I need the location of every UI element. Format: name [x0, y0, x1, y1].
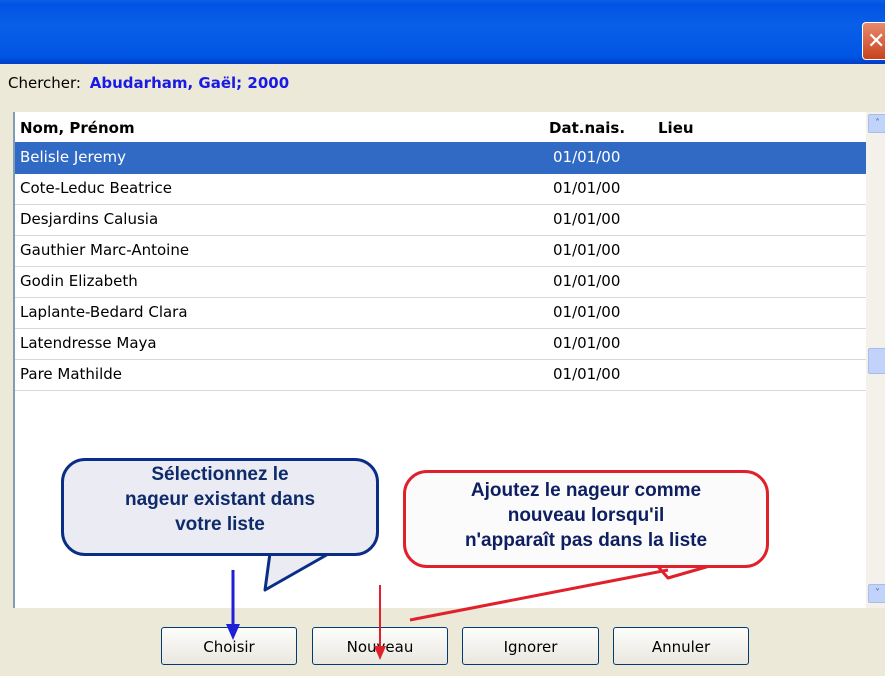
row-birthdate: 01/01/00 — [553, 303, 621, 321]
scroll-down-icon[interactable]: ˅ — [868, 584, 885, 603]
red-callout-line-1: Ajoutez le nageur comme — [470, 480, 702, 501]
row-name: Pare Mathilde — [20, 365, 123, 383]
row-name: Belisle Jeremy — [20, 148, 127, 166]
row-birthdate: 01/01/00 — [553, 210, 621, 228]
row-birthdate: 01/01/00 — [553, 365, 621, 383]
row-birthdate: 01/01/00 — [553, 272, 621, 290]
row-name: Gauthier Marc-Antoine — [20, 241, 190, 259]
close-button[interactable]: ✕ — [862, 22, 885, 60]
blue-callout-line-3: votre liste — [175, 514, 265, 535]
annuler-button[interactable]: Annuler — [613, 627, 749, 665]
row-birthdate: 01/01/00 — [553, 241, 621, 259]
table-row[interactable]: Laplante-Bedard Clara 01/01/00 — [15, 297, 868, 329]
close-icon: ✕ — [867, 29, 885, 54]
table-row[interactable]: Gauthier Marc-Antoine 01/01/00 — [15, 235, 868, 267]
choisir-label: Choisir — [203, 638, 255, 656]
table-row[interactable]: Desjardins Calusia 01/01/00 — [15, 204, 868, 236]
scroll-thumb[interactable] — [868, 348, 885, 374]
row-birthdate: 01/01/00 — [553, 179, 621, 197]
table-row[interactable]: Pare Mathilde 01/01/00 — [15, 359, 868, 391]
blue-callout: Sélectionnez le nageur existant dans vot… — [61, 458, 379, 556]
row-birthdate: 01/01/00 — [553, 148, 621, 166]
red-callout-line-3: n'apparaît pas dans la liste — [464, 530, 708, 551]
ignorer-button[interactable]: Ignorer — [462, 627, 599, 665]
annuler-label: Annuler — [651, 638, 711, 656]
red-callout-line-2: nouveau lorsqu'il — [507, 505, 665, 526]
table-row[interactable]: Godin Elizabeth 01/01/00 — [15, 266, 868, 298]
scroll-up-icon[interactable]: ˄ — [868, 114, 885, 133]
choisir-button[interactable]: Choisir — [161, 627, 297, 665]
row-name: Desjardins Calusia — [20, 210, 159, 228]
red-callout: Ajoutez le nageur comme nouveau lorsqu'i… — [403, 470, 769, 568]
column-header-birthdate[interactable]: Dat.nais. — [549, 119, 625, 137]
row-birthdate: 01/01/00 — [553, 334, 621, 352]
list-scrollbar[interactable]: ˄ ˅ — [866, 112, 885, 608]
search-row: Chercher: Abudarham, Gaël; 2000 — [8, 74, 289, 92]
search-value: Abudarham, Gaël; 2000 — [89, 74, 290, 92]
column-header-name[interactable]: Nom, Prénom — [20, 119, 135, 137]
row-name: Cote-Leduc Beatrice — [20, 179, 172, 197]
nouveau-button[interactable]: Nouveau — [312, 627, 448, 665]
search-label: Chercher: — [8, 74, 81, 92]
row-name: Godin Elizabeth — [20, 272, 138, 290]
ignorer-label: Ignorer — [503, 638, 558, 656]
table-row[interactable]: Belisle Jeremy 01/01/00 — [15, 142, 868, 174]
table-row[interactable]: Latendresse Maya 01/01/00 — [15, 328, 868, 360]
list-header: Nom, Prénom Dat.nais. Lieu — [15, 112, 868, 142]
nouveau-label: Nouveau — [346, 638, 414, 656]
title-bar: ✕ — [0, 0, 885, 64]
table-row[interactable]: Cote-Leduc Beatrice 01/01/00 — [15, 173, 868, 205]
row-name: Laplante-Bedard Clara — [20, 303, 188, 321]
row-name: Latendresse Maya — [20, 334, 157, 352]
blue-callout-line-2: nageur existant dans — [124, 489, 316, 510]
column-header-place[interactable]: Lieu — [658, 119, 694, 137]
blue-callout-line-1: Sélectionnez le — [151, 464, 289, 485]
